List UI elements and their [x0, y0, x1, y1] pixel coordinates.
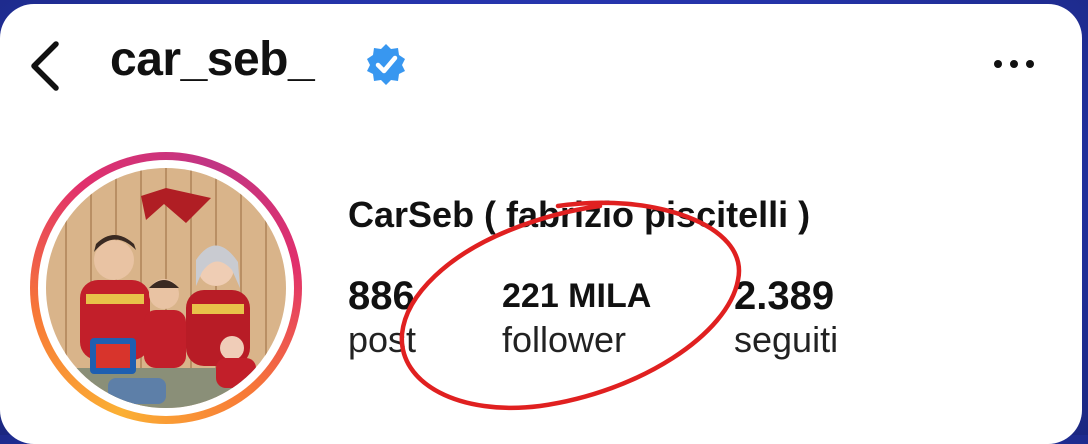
stat-following[interactable]: 2.389 seguiti: [734, 274, 838, 362]
chevron-left-icon[interactable]: [26, 38, 66, 94]
stat-value: 886: [348, 274, 415, 318]
stat-value: 2.389: [734, 274, 835, 318]
more-options-icon[interactable]: [992, 54, 1036, 74]
stat-followers[interactable]: 221 MILA follower: [502, 274, 651, 362]
avatar[interactable]: [46, 168, 286, 408]
profile-username: car_seb_: [110, 33, 315, 86]
profile-card: car_seb_ CarSeb (fabrizio piscitelli) …: [0, 4, 1082, 444]
verified-badge-icon: [367, 44, 405, 85]
avatar-photo: [46, 168, 286, 408]
profile-full-name: CarSeb ( fabrizio piscitelli ): [348, 194, 811, 235]
stat-value: 221 MILA: [502, 277, 652, 315]
profile-header: car_seb_: [0, 4, 1082, 124]
stat-label: post: [348, 319, 417, 360]
stat-label: seguiti: [734, 319, 839, 360]
stat-label: follower: [502, 319, 627, 360]
stat-posts[interactable]: 886 post: [348, 274, 416, 362]
avatar-frame: [38, 160, 294, 416]
story-ring[interactable]: [30, 152, 302, 424]
